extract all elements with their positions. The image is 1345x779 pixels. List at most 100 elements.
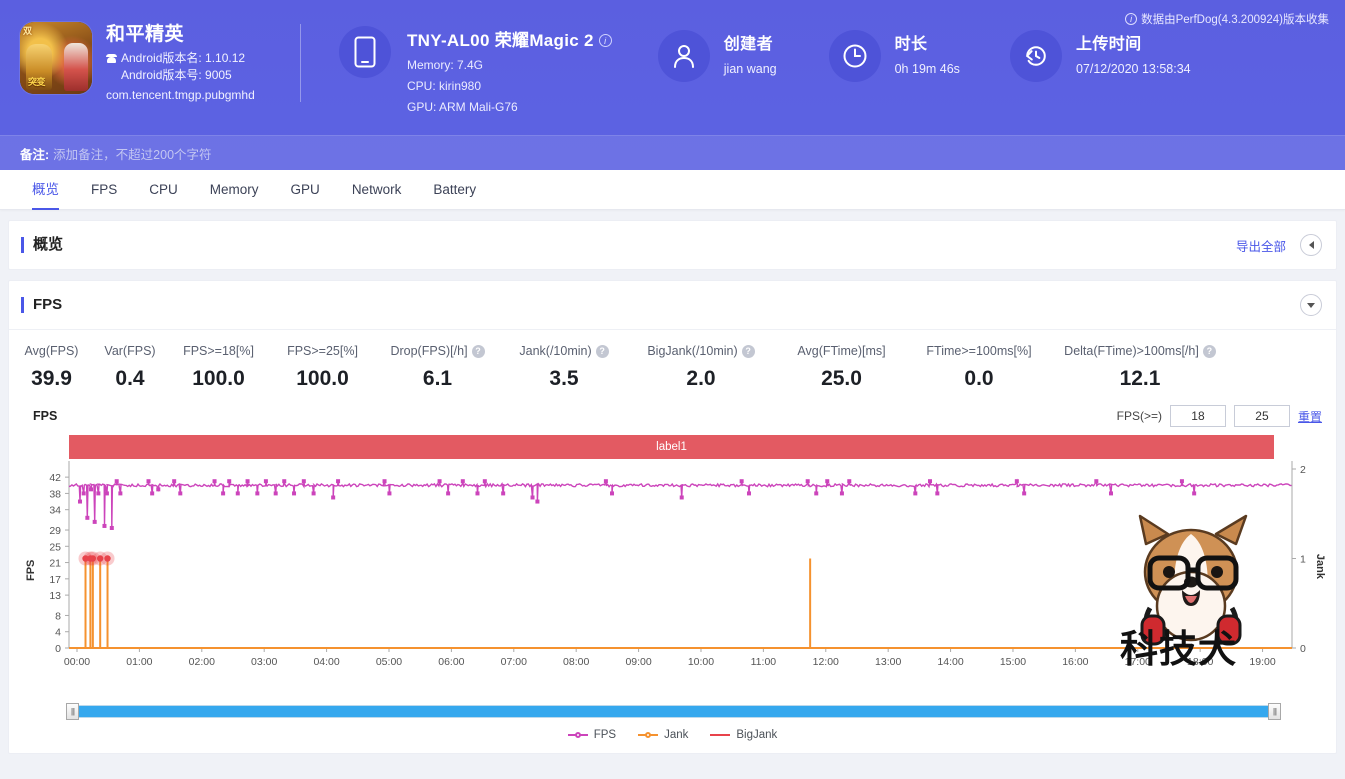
metric-label: Jank(/10min)?	[501, 344, 627, 358]
help-icon[interactable]: ?	[1203, 345, 1216, 358]
svg-text:42: 42	[49, 472, 61, 484]
help-icon[interactable]: ?	[742, 345, 755, 358]
legend-swatch	[710, 730, 730, 740]
metric-label: Var(FPS)	[94, 344, 166, 358]
fps-chart-wrap: FPS FPS(>=) 重置 label1 FPS Jank 048131721…	[9, 401, 1336, 753]
metric-value: 6.1	[374, 367, 501, 391]
chevron-left-icon[interactable]	[1300, 234, 1322, 256]
svg-text:12:00: 12:00	[813, 656, 839, 668]
chart-range-slider[interactable]: ||| |||	[71, 703, 1276, 721]
svg-text:06:00: 06:00	[438, 656, 464, 668]
svg-text:14:00: 14:00	[937, 656, 963, 668]
reset-button[interactable]: 重置	[1298, 408, 1322, 425]
tab-battery[interactable]: Battery	[417, 170, 492, 210]
app-name: 和平精英	[106, 23, 255, 47]
metric-value: 0.0	[908, 367, 1050, 391]
svg-text:19:00: 19:00	[1249, 656, 1275, 668]
info-circle-icon: i	[1125, 13, 1137, 25]
metric-6: BigJank(/10min)? 2.0	[627, 344, 775, 391]
metric-label: Drop(FPS)[/h]?	[374, 344, 501, 358]
metric-label-text: Delta(FTime)>100ms[/h]	[1064, 344, 1199, 358]
fps-plot-area[interactable]: label1 FPS Jank 0 4 8 13 17 21 25 29 34 38 42 0 1 2 00…	[23, 431, 1322, 699]
fps-chart-svg[interactable]: 0 4 8 13 17 21 25 29 34 38 42 0 1 2 00:00 01:00 02:00 03:…	[23, 431, 1340, 699]
svg-text:02:00: 02:00	[189, 656, 215, 668]
app-package-name: com.tencent.tmgp.pubgmhd	[106, 88, 255, 102]
help-icon[interactable]: ?	[472, 345, 485, 358]
svg-text:0: 0	[1300, 643, 1306, 655]
metric-label: FPS>=18[%]	[166, 344, 271, 358]
metric-8: FTime>=100ms[%] 0.0	[908, 344, 1050, 391]
app-version-code: Android版本号: 9005	[121, 67, 245, 84]
phone-icon	[339, 26, 391, 78]
device-info-block: TNY-AL00 荣耀Magic 2 i Memory: 7.4G CPU: ki…	[301, 0, 612, 114]
clock-icon	[829, 30, 881, 82]
android-icon	[106, 54, 117, 65]
metric-label: BigJank(/10min)?	[627, 344, 775, 358]
metric-label-text: Avg(FPS)	[25, 344, 79, 358]
chevron-down-icon[interactable]	[1300, 294, 1322, 316]
legend-swatch	[638, 730, 658, 740]
page-title: 概览	[21, 237, 63, 253]
metric-value: 3.5	[501, 367, 627, 391]
metric-label: FTime>=100ms[%]	[908, 344, 1050, 358]
metric-9: Delta(FTime)>100ms[/h]? 12.1	[1050, 344, 1230, 391]
remark-input[interactable]: 添加备注，不超过200个字符	[53, 144, 211, 163]
info-icon[interactable]: i	[599, 34, 612, 47]
metric-1: Var(FPS) 0.4	[94, 344, 166, 391]
metric-value: 2.0	[627, 367, 775, 391]
game-app-icon: 双 突变	[20, 22, 92, 94]
fps-chart-title: FPS	[33, 409, 57, 423]
duration-block: 时长 0h 19m 46s	[777, 0, 960, 82]
svg-text:38: 38	[49, 488, 61, 500]
svg-text:03:00: 03:00	[251, 656, 277, 668]
app-text-block: 和平精英 Android版本名: 1.10.12 Android版本号: 900…	[92, 22, 255, 102]
fps-card: FPS Avg(FPS) 39.9 Var(FPS) 0.4 FPS>=18[%] 100…	[8, 280, 1337, 754]
svg-text:01:00: 01:00	[126, 656, 152, 668]
remark-bar[interactable]: 备注: 添加备注，不超过200个字符	[0, 135, 1345, 170]
tab-overview[interactable]: 概览	[16, 170, 75, 210]
fps-chart-header: FPS FPS(>=) 重置	[23, 401, 1322, 431]
slider-track[interactable]	[71, 705, 1276, 718]
metric-value: 100.0	[271, 367, 374, 391]
metric-label-text: Drop(FPS)[/h]	[390, 344, 467, 358]
metric-7: Avg(FTime)[ms] 25.0	[775, 344, 908, 391]
legend-item-jank[interactable]: Jank	[638, 729, 688, 741]
fps-threshold-label: FPS(>=)	[1117, 409, 1162, 423]
duration-value: 0h 19m 46s	[895, 62, 960, 76]
duration-title: 时长	[895, 30, 960, 54]
device-gpu: GPU: ARM Mali-G76	[407, 100, 612, 114]
app-header: 双 突变 和平精英 Android版本名: 1.10.12 Android版本号…	[0, 0, 1345, 170]
creator-value: jian wang	[724, 62, 777, 76]
tab-network[interactable]: Network	[336, 170, 418, 210]
metric-label-text: Avg(FTime)[ms]	[797, 344, 885, 358]
svg-text:17:00: 17:00	[1125, 656, 1151, 668]
upload-title: 上传时间	[1076, 30, 1191, 54]
tab-memory[interactable]: Memory	[194, 170, 275, 210]
svg-text:13: 13	[49, 590, 61, 602]
legend-item-fps[interactable]: FPS	[568, 729, 616, 741]
fps-threshold-input-1[interactable]	[1170, 405, 1226, 427]
svg-text:15:00: 15:00	[1000, 656, 1026, 668]
legend-label: BigJank	[736, 729, 777, 741]
creator-block: 创建者 jian wang	[612, 0, 777, 82]
metric-label: Avg(FTime)[ms]	[775, 344, 908, 358]
fps-threshold-input-2[interactable]	[1234, 405, 1290, 427]
legend-label: Jank	[664, 729, 688, 741]
legend-item-bigjank[interactable]: BigJank	[710, 729, 777, 741]
history-icon	[1010, 30, 1062, 82]
tab-fps[interactable]: FPS	[75, 170, 133, 210]
svg-text:18:00: 18:00	[1187, 656, 1213, 668]
help-icon[interactable]: ?	[596, 345, 609, 358]
svg-text:4: 4	[55, 627, 61, 639]
device-cpu: CPU: kirin980	[407, 79, 612, 93]
legend-swatch	[568, 730, 588, 740]
slider-handle-left[interactable]: |||	[66, 703, 79, 720]
svg-text:25: 25	[49, 541, 61, 553]
slider-handle-right[interactable]: |||	[1268, 703, 1281, 720]
tab-gpu[interactable]: GPU	[275, 170, 336, 210]
svg-text:00:00: 00:00	[64, 656, 90, 668]
export-all-button[interactable]: 导出全部	[1236, 236, 1286, 255]
perfdog-note-text: 数据由PerfDog(4.3.200924)版本收集	[1141, 11, 1329, 27]
metric-value: 25.0	[775, 367, 908, 391]
tab-cpu[interactable]: CPU	[133, 170, 194, 210]
